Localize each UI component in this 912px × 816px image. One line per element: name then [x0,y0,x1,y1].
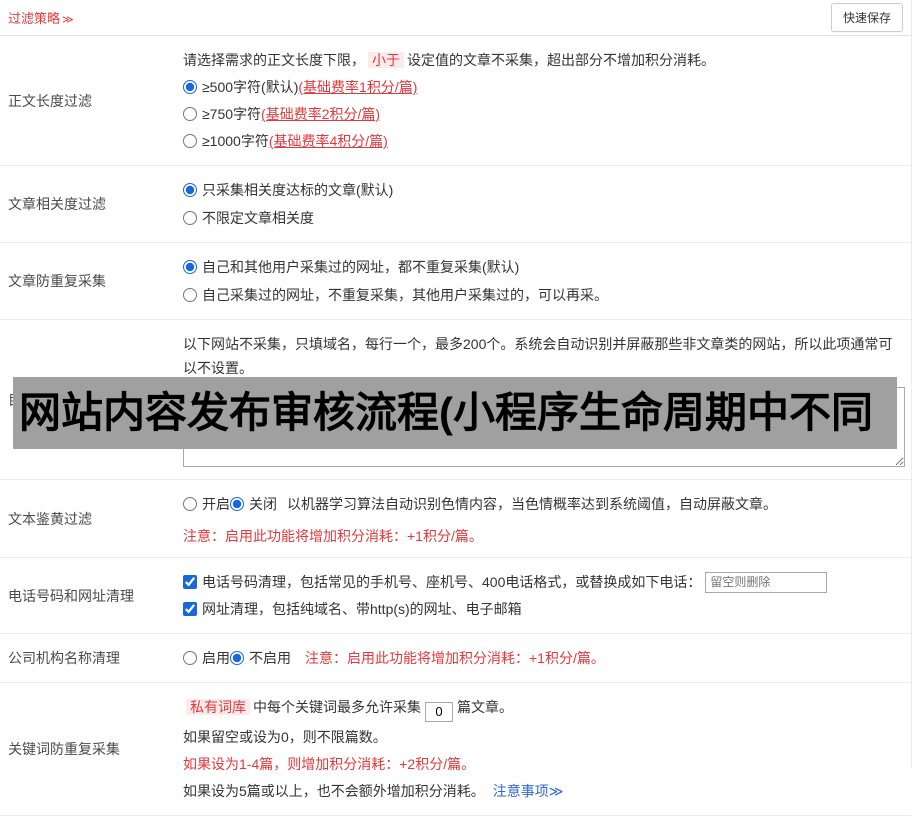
relevance-strict-label: 只采集相关度达标的文章(默认) [202,182,394,198]
relevance-option-any[interactable]: 不限定文章相关度 [183,205,903,231]
notice-link[interactable]: 注意事项≫ [493,783,564,799]
porn-on-label: 开启 [202,496,230,512]
chevron-double-icon: ≫ [548,782,564,799]
phone-cleanup-label: 电话号码清理，包括常见的手机号、座机号、400电话格式，或替换成如下电话： [202,574,702,590]
page-title: 过滤策略 ≫ [8,8,74,27]
porn-filter-desc: 以机器学习算法自动识别色情内容，当色情概率达到系统阈值，自动屏蔽文章。 [287,496,777,512]
length-option-500[interactable]: ≥500字符(默认) (基础费率1积分/篇) [183,75,903,99]
overlay-banner: 网站内容发布审核流程(小程序生命周期中不同 [13,377,897,449]
row-content: 启用 不启用 注意：启用此功能将增加积分消耗：+1积分/篇。 [175,634,911,682]
row-content: 只采集相关度达标的文章(默认) 不限定文章相关度 [175,166,911,242]
length-750-fee: (基础费率2积分/篇) [261,106,381,122]
row-body-length-filter: 正文长度过滤 请选择需求的正文长度下限， 小于 设定值的文章不采集，超出部分不增加积… [0,36,911,166]
header-bar: 过滤策略 ≫ 快速保存 [0,0,911,36]
chevron-double-icon[interactable]: ≫ [62,14,74,26]
page-title-text: 过滤策略 [8,11,61,26]
row-label: 文章防重复采集 [8,273,106,289]
row-label: 文章相关度过滤 [8,196,106,212]
url-cleanup-checkbox[interactable] [183,602,197,616]
length-option-1000[interactable]: ≥1000字符 (基础费率4积分/篇) [183,129,903,153]
row-label: 正文长度过滤 [8,92,92,109]
keyword-five-note: 如果设为5篇或以上，也不会额外增加积分消耗。 注意事项≫ [183,779,903,803]
quick-save-button[interactable]: 快速保存 [830,3,903,32]
private-lexicon-tag: 私有词库 [186,699,250,715]
target-site-intro: 以下网站不采集，只填域名，每行一个，最多200个。系统会自动识别并屏蔽那些非文章… [183,336,893,376]
dedup-global-label: 自己和其他用户采集过的网址，都不重复采集(默认) [202,259,520,275]
row-content: 私有词库中每个关键词最多允许采集 篇文章。 如果留空或设为0，则不限篇数。 如果设… [175,683,911,815]
relevance-strict-radio[interactable] [183,183,197,197]
length-500-radio[interactable] [183,80,197,94]
row-relevance-filter: 文章相关度过滤 只采集相关度达标的文章(默认) 不限定文章相关度 [0,166,911,243]
phone-cleanup-checkbox[interactable] [183,575,197,589]
porn-filter-options: 开启 关闭 以机器学习算法自动识别色情内容，当色情概率达到系统阈值，自动屏蔽文章… [183,492,903,516]
row-label: 电话号码和网址清理 [8,587,134,604]
length-750-radio[interactable] [183,107,197,121]
dedup-self-radio[interactable] [183,288,197,302]
row-porn-filter: 文本鉴黄过滤 开启 关闭 以机器学习算法自动识别色情内容，当色情概率达到系统阈值… [0,480,911,558]
overlay-banner-title: 网站内容发布审核流程(小程序生命周期中不同 [19,389,873,436]
row-company-name-cleanup: 公司机构名称清理 启用 不启用 注意：启用此功能将增加积分消耗：+1积分/篇。 [0,634,911,683]
row-content: 开启 关闭 以机器学习算法自动识别色情内容，当色情概率达到系统阈值，自动屏蔽文章… [175,480,911,557]
length-1000-fee: (基础费率4积分/篇) [268,133,388,149]
length-500-label: ≥500字符(默认) [202,79,299,95]
row-label: 关键词防重复采集 [8,740,120,757]
url-cleanup-option[interactable]: 网址清理，包括纯域名、带http(s)的网址、电子邮箱 [183,597,903,621]
notice-link-text: 注意事项 [492,782,549,799]
company-cleanup-on-radio[interactable] [183,651,197,665]
relevance-any-radio[interactable] [183,211,197,225]
length-1000-radio[interactable] [183,134,197,148]
company-cleanup-note: 注意：启用此功能将增加积分消耗：+1积分/篇。 [305,650,605,666]
phone-cleanup-option[interactable]: 电话号码清理，包括常见的手机号、座机号、400电话格式，或替换成如下电话： [183,570,903,594]
length-500-fee: (基础费率1积分/篇) [298,79,418,95]
row-phone-url-cleanup: 电话号码和网址清理 电话号码清理，包括常见的手机号、座机号、400电话格式，或替… [0,558,911,634]
dedup-option-global[interactable]: 自己和其他用户采集过的网址，都不重复采集(默认) [183,254,903,280]
url-cleanup-label: 网址清理，包括纯域名、带http(s)的网址、电子邮箱 [202,601,522,617]
replacement-phone-input[interactable] [705,571,828,593]
filter-settings-page: 过滤策略 ≫ 快速保存 正文长度过滤 请选择需求的正文长度下限， 小于 设定值的文章不… [0,0,912,816]
intro-text-post: 设定值的文章不采集，超出部分不增加积分消耗。 [407,52,715,68]
company-cleanup-off-label: 不启用 [249,650,291,666]
keyword-five-text: 如果设为5篇或以上，也不会额外增加积分消耗。 [183,782,485,799]
row-keyword-dedup: 关键词防重复采集 私有词库中每个关键词最多允许采集 篇文章。 如果留空或设为0，则… [0,683,911,816]
porn-filter-note: 注意：启用此功能将增加积分消耗：+1积分/篇。 [183,528,483,544]
keyword-limit-input[interactable] [425,701,453,722]
row-content: 请选择需求的正文长度下限， 小于 设定值的文章不采集，超出部分不增加积分消耗。 ≥5… [175,36,911,165]
length-1000-label: ≥1000字符 [202,133,269,149]
row-target-site-filter: 目标网站过滤 以下网站不采集，只填域名，每行一个，最多200个。系统会自动识别并… [0,320,911,480]
length-option-750[interactable]: ≥750字符 (基础费率2积分/篇) [183,102,903,126]
company-cleanup-off-radio[interactable] [230,651,244,665]
porn-off-radio[interactable] [230,497,244,511]
dedup-global-radio[interactable] [183,260,197,274]
keyword-limit-suffix: 篇文章。 [457,699,513,715]
body-length-intro: 请选择需求的正文长度下限， 小于 设定值的文章不采集，超出部分不增加积分消耗。 [183,48,903,72]
row-content: 电话号码清理，包括常见的手机号、座机号、400电话格式，或替换成如下电话： 网址… [175,558,911,633]
porn-off-label: 关闭 [249,496,277,512]
keyword-limit-text: 中每个关键词最多允许采集 [253,699,421,715]
keyword-fee-note: 如果设为1-4篇，则增加积分消耗：+2积分/篇。 [183,755,476,772]
intro-text-pre: 请选择需求的正文长度下限， [183,52,365,68]
company-cleanup-on-label: 启用 [202,650,230,666]
relevance-any-label: 不限定文章相关度 [202,210,314,226]
company-cleanup-options: 启用 不启用 注意：启用此功能将增加积分消耗：+1积分/篇。 [183,646,903,670]
length-750-label: ≥750字符 [202,106,262,122]
porn-on-radio[interactable] [183,497,197,511]
dedup-option-self[interactable]: 自己采集过的网址，不重复采集，其他用户采集过的，可以再采。 [183,282,903,308]
row-label: 公司机构名称清理 [8,650,120,666]
keyword-zero-note: 如果留空或设为0，则不限篇数。 [183,728,387,745]
dedup-self-label: 自己采集过的网址，不重复采集，其他用户采集过的，可以再采。 [202,287,608,303]
relevance-option-strict[interactable]: 只采集相关度达标的文章(默认) [183,177,903,203]
keyword-limit-line: 私有词库中每个关键词最多允许采集 篇文章。 [183,695,903,722]
row-label: 文本鉴黄过滤 [8,510,92,527]
row-dedup-collection: 文章防重复采集 自己和其他用户采集过的网址，都不重复采集(默认) 自己采集过的网… [0,243,911,320]
row-content: 自己和其他用户采集过的网址，都不重复采集(默认) 自己采集过的网址，不重复采集，… [175,243,911,319]
less-than-tag: 小于 [368,52,404,68]
